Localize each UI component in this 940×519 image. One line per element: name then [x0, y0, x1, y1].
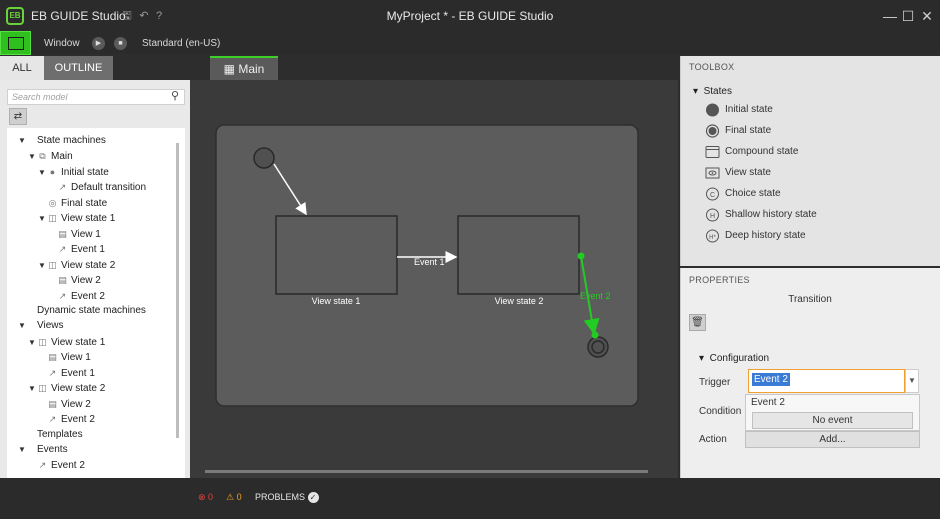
event-2-transition-label: Event 2: [580, 291, 611, 301]
initial-state-icon: [706, 103, 719, 117]
action-label: Action: [699, 434, 727, 445]
tool-label: Shallow history state: [725, 209, 817, 220]
toolbox-title: TOOLBOX: [689, 62, 735, 72]
tool-label: View state: [725, 167, 771, 178]
final-state-icon: [705, 124, 720, 138]
dropdown-option-event-2[interactable]: Event 2: [751, 397, 785, 408]
view-state-1-label: View state 1: [312, 296, 361, 306]
delete-button[interactable]: 🗑: [689, 314, 706, 331]
svg-text:H*: H*: [709, 235, 716, 241]
expander-icon: ▾: [699, 353, 705, 364]
configuration-label: Configuration: [709, 353, 770, 364]
properties-title: PROPERTIES: [689, 275, 750, 285]
expander-icon: ▾: [693, 86, 699, 97]
trigger-combobox[interactable]: Event 2: [748, 369, 905, 393]
warning-count[interactable]: ⚠ 0: [226, 492, 242, 503]
initial-state-node[interactable]: [253, 147, 275, 169]
choice-state-icon: C: [706, 187, 719, 201]
svg-text:H: H: [710, 213, 715, 220]
toolbox-group-states[interactable]: ▾ States: [693, 86, 732, 97]
view-state-2-label: View state 2: [495, 296, 544, 306]
transition-end-handle[interactable]: [591, 331, 599, 339]
transition-start-handle[interactable]: [577, 252, 585, 260]
chevron-down-icon[interactable]: ▼: [905, 369, 919, 393]
check-icon: ✓: [307, 492, 319, 503]
status-bar: [0, 478, 940, 519]
tool-label: Initial state: [725, 104, 773, 115]
tool-label: Final state: [725, 125, 772, 136]
dropdown-option-no-event[interactable]: No event: [752, 412, 913, 429]
add-action-button[interactable]: Add...: [745, 431, 920, 448]
trigger-value: Event 2: [752, 373, 790, 386]
condition-label: Condition: [699, 406, 742, 417]
view-state-icon: [705, 167, 720, 179]
properties-subtitle: Transition: [788, 294, 832, 305]
warning-count-value: 0: [236, 492, 242, 502]
deep-history-icon: H*: [706, 229, 719, 243]
final-state-node[interactable]: [587, 336, 609, 358]
svg-text:C: C: [710, 192, 715, 199]
tool-label: Deep history state: [725, 230, 806, 241]
problems-button[interactable]: PROBLEMS ✓: [255, 492, 319, 503]
error-count[interactable]: ⊗ 0: [198, 492, 213, 503]
trigger-dropdown-list: Event 2 No event: [745, 394, 920, 431]
trigger-label: Trigger: [699, 377, 731, 388]
event-1-transition-label: Event 1: [414, 257, 445, 267]
configuration-section[interactable]: ▾ Configuration: [699, 353, 769, 364]
problems-label: PROBLEMS: [255, 492, 306, 502]
compound-state-icon: [705, 146, 720, 158]
tool-label: Choice state: [725, 188, 781, 199]
trash-icon: 🗑: [691, 317, 704, 328]
tool-label: Compound state: [725, 146, 799, 157]
shallow-history-icon: H: [706, 208, 719, 222]
toolbox-group-label: States: [703, 86, 732, 97]
canvas-horizontal-scrollbar[interactable]: [205, 470, 648, 473]
error-count-value: 0: [208, 492, 214, 502]
